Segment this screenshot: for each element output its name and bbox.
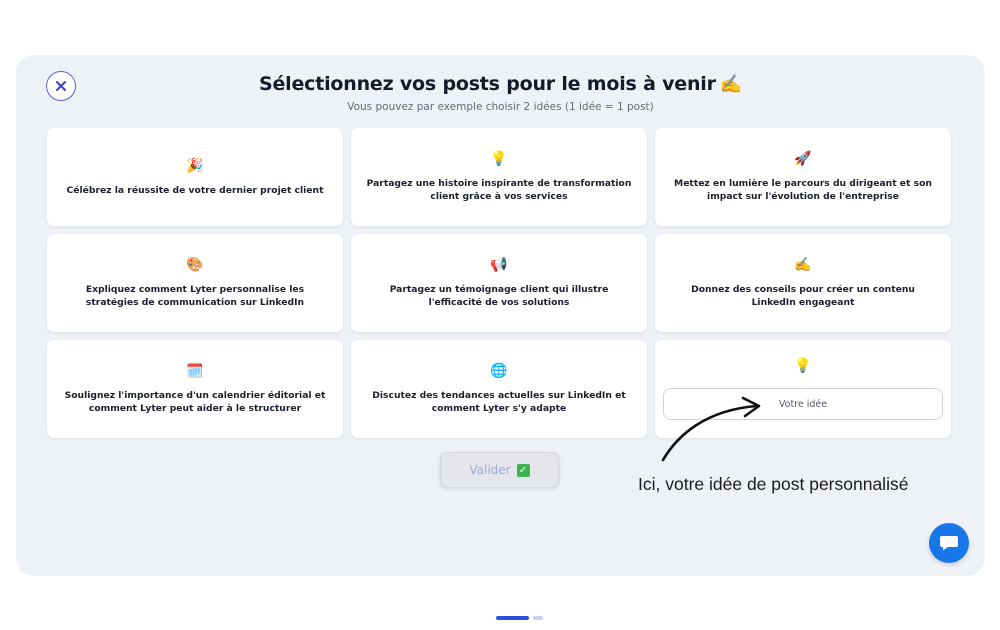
megaphone-icon: 📢 [490,257,508,273]
page-title-text: Sélectionnez vos posts pour le mois à ve… [258,73,716,95]
writing-hand-icon: ✍️ [719,74,743,95]
page-subtitle: Vous pouvez par exemple choisir 2 idées … [347,101,654,113]
chat-bubble-icon [940,536,958,551]
idea-card-celebrate-success[interactable]: 🎉 Célébrez la réussite de votre dernier … [47,128,343,226]
idea-card-text: Donnez des conseils pour créer un conten… [691,284,915,308]
validate-button-label: Valider [469,463,511,477]
calendar-icon: 🗓️ [186,363,204,379]
lightbulb-icon: 💡 [794,358,812,374]
idea-card-text: Célébrez la réussite de votre dernier pr… [66,184,324,196]
party-popper-icon: 🎉 [186,157,204,174]
idea-card-text: Partagez une histoire inspirante de tran… [366,178,632,202]
idea-card-text: Expliquez comment Lyter personnalise les… [85,284,305,308]
idea-card-linkedin-tips[interactable]: ✍️ Donnez des conseils pour créer un con… [655,234,951,332]
idea-card-lyter-strategies[interactable]: 🎨 Expliquez comment Lyter personnalise l… [47,234,343,332]
annotation-arrow-icon [661,396,761,462]
rocket-icon: 🚀 [794,151,812,167]
idea-card-editorial-calendar[interactable]: 🗓️ Soulignez l'importance d'un calendrie… [47,340,343,438]
writing-hand-icon: ✍️ [794,257,812,273]
check-mark-icon: ✓ [516,463,530,477]
validate-button[interactable]: Valider ✓ [440,452,559,488]
chat-support-button[interactable] [929,523,969,563]
palette-icon: 🎨 [186,257,204,273]
idea-card-transformation-story[interactable]: 💡 Partagez une histoire inspirante de tr… [351,128,647,226]
globe-icon: 🌐 [490,363,508,379]
pagination-indicator [496,616,543,620]
page-title: Sélectionnez vos posts pour le mois à ve… [16,73,985,95]
annotation-caption: Ici, votre idée de post personnalisé [638,474,909,494]
idea-card-leader-journey[interactable]: 🚀 Mettez en lumière le parcours du dirig… [655,128,951,226]
idea-card-text: Mettez en lumière le parcours du dirigea… [674,178,932,202]
idea-card-linkedin-trends[interactable]: 🌐 Discutez des tendances actuelles sur L… [351,340,647,438]
pagination-dot-active[interactable] [496,616,529,620]
pagination-dot[interactable] [533,616,543,620]
idea-card-text: Discutez des tendances actuelles sur Lin… [372,390,626,414]
selection-panel: Sélectionnez vos posts pour le mois à ve… [16,55,985,620]
idea-card-client-testimonial[interactable]: 📢 Partagez un témoignage client qui illu… [351,234,647,332]
lightbulb-icon: 💡 [490,151,508,167]
idea-card-text: Soulignez l'importance d'un calendrier é… [64,390,326,414]
idea-card-text: Partagez un témoignage client qui illust… [389,284,609,308]
